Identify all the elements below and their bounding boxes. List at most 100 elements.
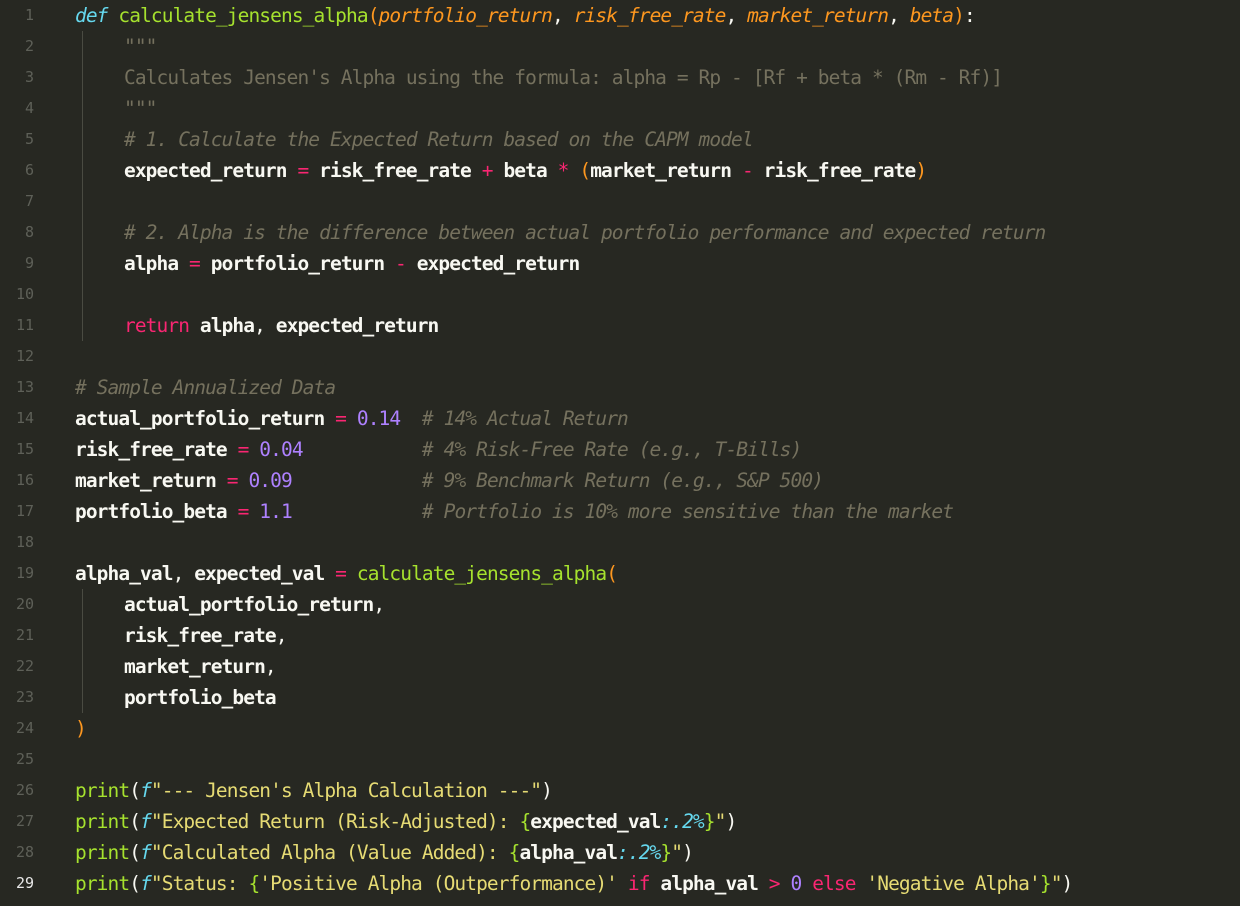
code-line[interactable]: 27 print(f"Expected Return (Risk-Adjusted…	[0, 806, 1240, 837]
line-number: 6	[24, 161, 34, 179]
code-text: alpha = portfolio_return - expected_retu…	[124, 248, 581, 279]
code-text: actual_portfolio_return = 0.14 # 14% Act…	[75, 403, 629, 434]
code-text: expected_return = risk_free_rate + beta …	[124, 155, 927, 186]
code-text: def calculate_jensens_alpha(portfolio_re…	[75, 0, 976, 31]
code-line[interactable]: 8 # 2. Alpha is the difference between ac…	[0, 217, 1240, 248]
code-token: market_return	[747, 4, 889, 27]
code-token: f	[140, 841, 152, 864]
code-token: (	[579, 159, 591, 182]
code-line[interactable]: 7	[0, 186, 1240, 217]
code-line[interactable]: 18	[0, 527, 1240, 558]
code-text: return alpha, expected_return	[124, 310, 440, 341]
code-token: ,	[275, 624, 288, 647]
code-line[interactable]: 22 market_return,	[0, 651, 1240, 682]
code-token: calculate_jensens_alpha	[118, 4, 368, 27]
code-line[interactable]: 13 # Sample Annualized Data	[0, 372, 1240, 403]
code-editor[interactable]: 1 def calculate_jensens_alpha(portfolio_r…	[0, 0, 1240, 906]
code-token: =	[324, 407, 357, 430]
code-text: market_return = 0.09 # 9% Benchmark Retu…	[75, 465, 824, 496]
code-token: ,	[172, 562, 195, 585]
code-token: )	[915, 159, 927, 182]
code-token: actual_portfolio_return	[75, 407, 325, 430]
code-line[interactable]: 3 Calculates Jensen's Alpha using the for…	[0, 62, 1240, 93]
code-token: )	[1061, 872, 1074, 895]
code-text: """	[124, 31, 157, 62]
code-token: +	[470, 159, 504, 182]
code-line[interactable]: 26 print(f"--- Jensen's Alpha Calculation…	[0, 775, 1240, 806]
code-token: =	[286, 159, 320, 182]
line-number: 26	[15, 781, 34, 799]
code-token: # 2. Alpha is the difference between act…	[124, 221, 1046, 244]
code-token: portfolio_beta	[75, 500, 228, 523]
line-number: 20	[15, 595, 34, 613]
code-line[interactable]: 1 def calculate_jensens_alpha(portfolio_r…	[0, 0, 1240, 31]
line-number: 4	[24, 99, 34, 117]
line-number: 15	[15, 440, 34, 458]
code-line[interactable]: 23 portfolio_beta	[0, 682, 1240, 713]
code-token: (	[129, 872, 141, 895]
code-text: risk_free_rate,	[124, 620, 287, 651]
code-token: 1.1	[259, 500, 292, 523]
code-token: -	[384, 252, 417, 275]
code-token: market_return	[124, 655, 266, 678]
code-token: ,	[264, 655, 277, 678]
code-line[interactable]: 6 expected_return = risk_free_rate + beta…	[0, 155, 1240, 186]
code-line[interactable]: 12	[0, 341, 1240, 372]
code-token: )	[541, 779, 553, 802]
code-line[interactable]: 20 actual_portfolio_return,	[0, 589, 1240, 620]
code-line[interactable]: 19 alpha_val, expected_val = calculate_je…	[0, 558, 1240, 589]
code-token: =	[215, 469, 249, 492]
code-line[interactable]: 15 risk_free_rate = 0.04 # 4% Risk-Free R…	[0, 434, 1240, 465]
code-token: portfolio_return	[378, 4, 553, 27]
code-text: # 1. Calculate the Expected Return based…	[124, 124, 754, 155]
line-number: 18	[15, 533, 34, 551]
code-token: }	[660, 841, 672, 864]
line-number: 23	[15, 688, 34, 706]
code-token: expected_return	[416, 252, 581, 275]
code-token: print	[75, 810, 130, 833]
line-number: 12	[15, 347, 34, 365]
code-token: :.2%	[660, 810, 704, 833]
code-line[interactable]: 17 portfolio_beta = 1.1 # Portfolio is 10…	[0, 496, 1240, 527]
code-line[interactable]: 25	[0, 744, 1240, 775]
code-token: def	[75, 4, 108, 27]
code-token: alpha	[124, 252, 179, 275]
code-line[interactable]: 14 actual_portfolio_return = 0.14 # 14% A…	[0, 403, 1240, 434]
code-line[interactable]: 16 market_return = 0.09 # 9% Benchmark Re…	[0, 465, 1240, 496]
code-token: 'Negative Alpha'	[866, 872, 1040, 895]
code-token: risk_free_rate	[124, 624, 277, 647]
line-number: 19	[15, 564, 34, 582]
code-line[interactable]: 2 """	[0, 31, 1240, 62]
code-line[interactable]: 21 risk_free_rate,	[0, 620, 1240, 651]
line-number: 7	[24, 192, 34, 210]
code-token: expected_val	[530, 810, 661, 833]
code-line[interactable]: 10	[0, 279, 1240, 310]
code-token: {	[248, 872, 260, 895]
code-token: else	[812, 872, 856, 895]
code-token: print	[75, 779, 130, 802]
code-token: f	[140, 872, 152, 895]
line-number: 2	[24, 37, 34, 55]
code-line[interactable]: 29 print(f"Status: {'Positive Alpha (Outp…	[0, 868, 1240, 899]
code-token: }	[1039, 872, 1052, 895]
code-line[interactable]: 4 """	[0, 93, 1240, 124]
code-token: 'Positive Alpha (Outperformance)'	[259, 872, 618, 895]
code-line[interactable]: 11 return alpha, expected_return	[0, 310, 1240, 341]
line-number: 11	[15, 316, 34, 334]
code-token: beta	[503, 159, 547, 182]
code-line[interactable]: 5 # 1. Calculate the Expected Return base…	[0, 124, 1240, 155]
code-line[interactable]: 9 alpha = portfolio_return - expected_ret…	[0, 248, 1240, 279]
code-token: >	[757, 872, 791, 895]
code-token: beta	[909, 4, 954, 27]
code-token: # Sample Annualized Data	[75, 376, 336, 399]
code-line[interactable]: 28 print(f"Calculated Alpha (Value Added)…	[0, 837, 1240, 868]
code-token: return	[124, 314, 190, 337]
code-token: expected_return	[275, 314, 440, 337]
code-token: =	[226, 438, 260, 461]
code-line[interactable]: 24)	[0, 713, 1240, 744]
